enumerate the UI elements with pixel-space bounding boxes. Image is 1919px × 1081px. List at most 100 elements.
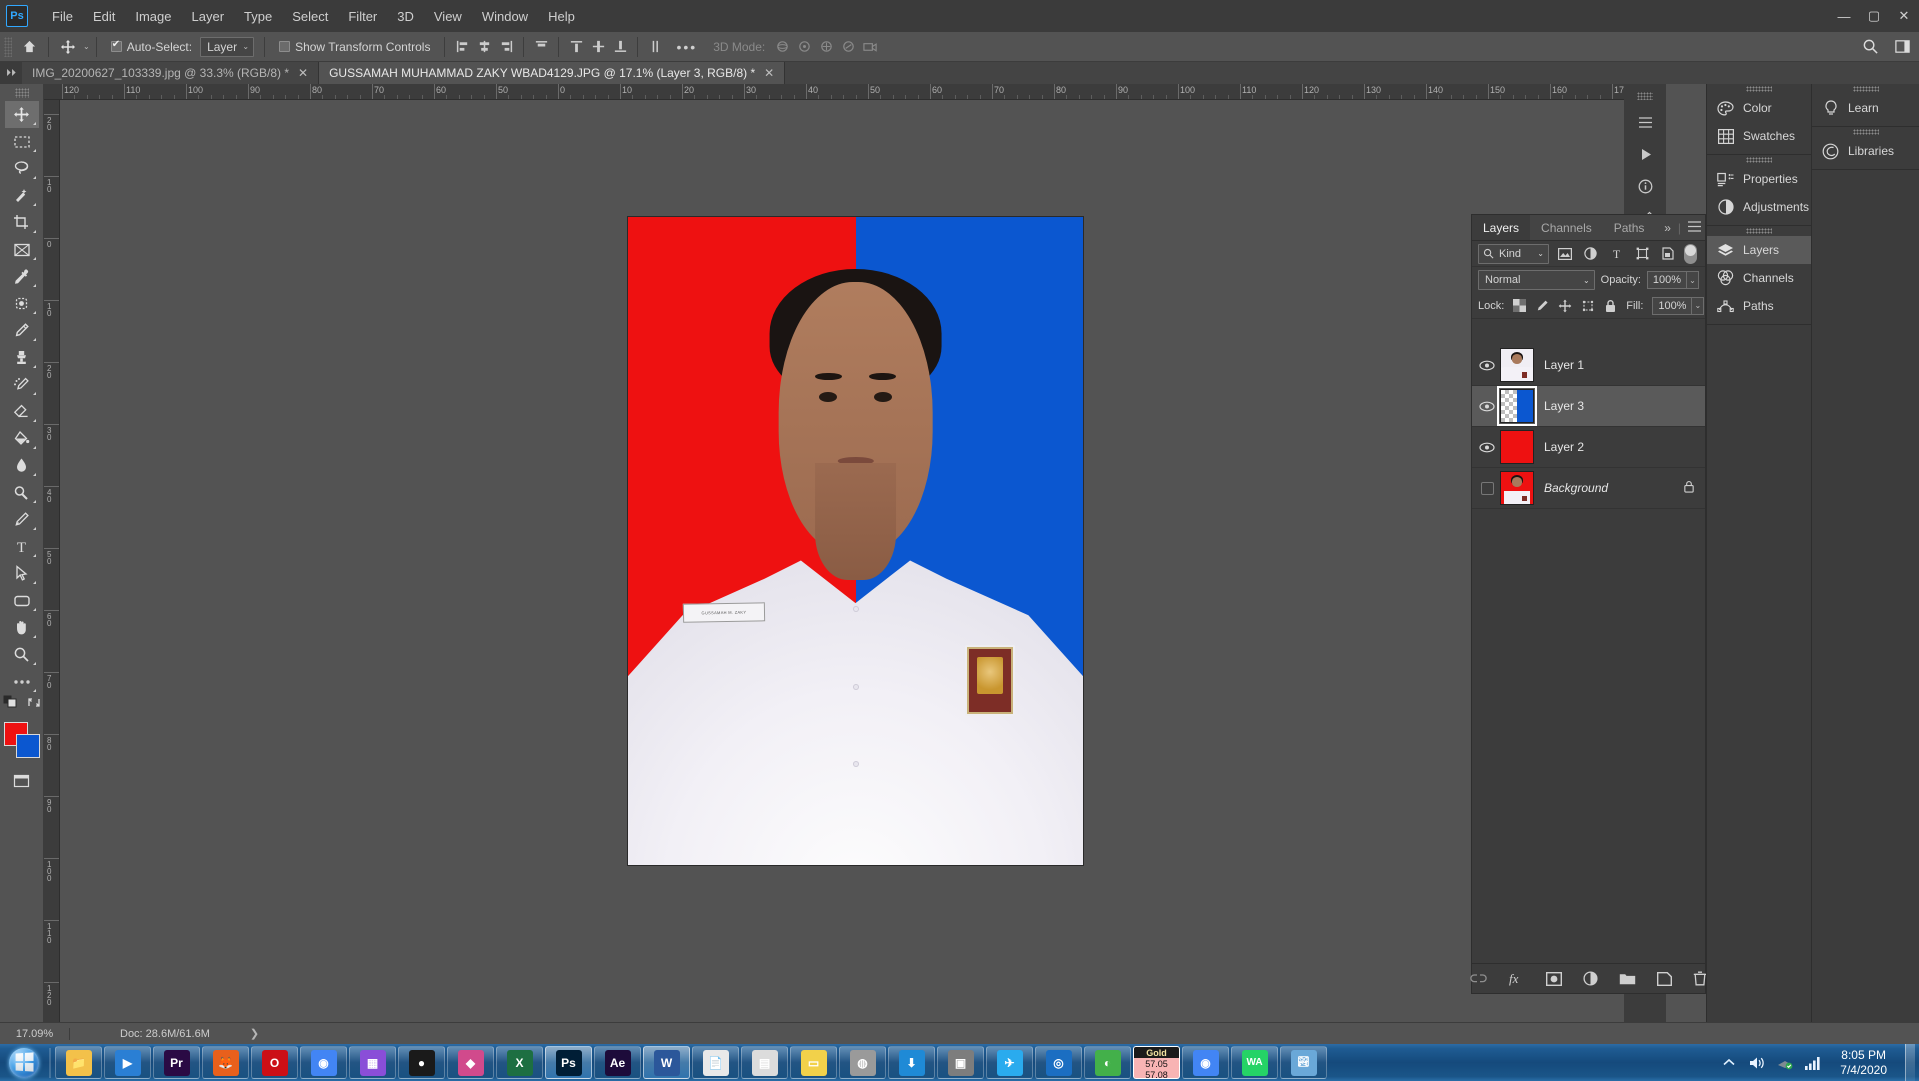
- layer-thumbnail[interactable]: [1500, 430, 1534, 464]
- 3d-camera-icon[interactable]: [859, 36, 881, 58]
- distribute-top-icon[interactable]: [565, 36, 587, 58]
- taskbar-clock[interactable]: 8:05 PM 7/4/2020: [1832, 1048, 1895, 1078]
- panel-menu-icon[interactable]: [1688, 221, 1701, 235]
- options-bar-grip[interactable]: [4, 36, 12, 57]
- more-options-button[interactable]: •••: [666, 39, 707, 55]
- tool-preset-chevron-icon[interactable]: ⌄: [83, 42, 90, 51]
- fill-value[interactable]: 100%: [1652, 296, 1693, 315]
- play-icon[interactable]: [1630, 140, 1660, 168]
- taskbar-telegram[interactable]: ✈: [986, 1046, 1033, 1079]
- gold-price-widget[interactable]: Gold 57.05 57.08: [1133, 1046, 1180, 1079]
- info-icon[interactable]: [1630, 172, 1660, 200]
- chevron-up-icon[interactable]: [1720, 1054, 1738, 1072]
- delete-layer-icon[interactable]: [1693, 970, 1707, 988]
- taskbar-media-player[interactable]: ▶: [104, 1046, 151, 1079]
- dock-group-grip[interactable]: [1707, 226, 1811, 236]
- dock-item-properties[interactable]: Properties: [1707, 165, 1811, 193]
- distribute-bottom-icon[interactable]: [609, 36, 631, 58]
- layer-visibility-toggle[interactable]: [1474, 360, 1500, 371]
- edit-toolbar-button[interactable]: [5, 668, 39, 695]
- new-adjustment-layer-icon[interactable]: [1583, 970, 1598, 988]
- dock-group-grip[interactable]: [1812, 84, 1919, 94]
- marquee-tool[interactable]: [5, 128, 39, 155]
- close-button[interactable]: ✕: [1889, 0, 1919, 32]
- eye-off-icon[interactable]: [1480, 481, 1494, 495]
- menu-select[interactable]: Select: [282, 5, 338, 28]
- eyedropper-tool[interactable]: [5, 263, 39, 290]
- layer-name[interactable]: Background: [1544, 481, 1683, 495]
- 3d-pan-icon[interactable]: [815, 36, 837, 58]
- lock-transparent-pixels-icon[interactable]: [1513, 298, 1527, 314]
- layer-visibility-toggle[interactable]: [1474, 481, 1500, 495]
- search-icon[interactable]: [1859, 36, 1881, 58]
- dock-item-paths[interactable]: Paths: [1707, 292, 1811, 320]
- dock-item-learn[interactable]: Learn: [1812, 94, 1919, 122]
- document-image[interactable]: GUSSAMAH M. ZAKY: [628, 217, 1083, 865]
- horizontal-ruler[interactable]: 120 110 100 90 80 70 60 50 0 10 20 30 40 50 60 70 80 90 10…: [44, 84, 1624, 100]
- menu-view[interactable]: View: [424, 5, 472, 28]
- tab-layers[interactable]: Layers: [1472, 215, 1531, 240]
- layer-visibility-toggle[interactable]: [1474, 442, 1500, 453]
- shape-filter-icon[interactable]: [1633, 244, 1652, 263]
- network-icon[interactable]: [1776, 1054, 1794, 1072]
- table-row[interactable]: Layer 1: [1472, 345, 1705, 386]
- taskbar-photo-viewer[interactable]: 🏞: [1280, 1046, 1327, 1079]
- zoom-tool[interactable]: [5, 641, 39, 668]
- align-top-edges-icon[interactable]: [530, 36, 552, 58]
- lock-artboard-icon[interactable]: [1581, 298, 1595, 314]
- tab-paths[interactable]: Paths: [1602, 215, 1656, 240]
- blend-mode-dropdown[interactable]: Normal ⌄: [1478, 270, 1595, 290]
- taskbar-firefox[interactable]: 🦊: [202, 1046, 249, 1079]
- pixel-filter-icon[interactable]: [1556, 244, 1575, 263]
- zoom-level[interactable]: 17.09%: [0, 1027, 70, 1040]
- layer-thumbnail[interactable]: [1500, 348, 1534, 382]
- path-selection-tool[interactable]: [5, 560, 39, 587]
- close-icon[interactable]: ✕: [764, 67, 774, 79]
- opacity-stepper-chevron-icon[interactable]: ⌄: [1687, 271, 1699, 289]
- crop-tool[interactable]: [5, 209, 39, 236]
- type-tool[interactable]: T: [5, 533, 39, 560]
- distribute-vertical-centers-icon[interactable]: [587, 36, 609, 58]
- dock-item-libraries[interactable]: Libraries: [1812, 137, 1919, 165]
- taskbar-blue-globe-app[interactable]: ◎: [1035, 1046, 1082, 1079]
- 3d-slide-icon[interactable]: [837, 36, 859, 58]
- taskbar-microsoft-excel[interactable]: X: [496, 1046, 543, 1079]
- close-icon[interactable]: ✕: [298, 67, 308, 79]
- taskbar-document-app[interactable]: 📄: [692, 1046, 739, 1079]
- signal-bars-icon[interactable]: [1804, 1054, 1822, 1072]
- menu-edit[interactable]: Edit: [83, 5, 125, 28]
- blur-tool[interactable]: [5, 452, 39, 479]
- tools-panel-grip[interactable]: [14, 88, 29, 98]
- show-transform-checkbox-box[interactable]: [279, 41, 291, 52]
- tab-channels[interactable]: Channels: [1530, 215, 1603, 240]
- table-row[interactable]: Layer 3: [1472, 386, 1705, 427]
- taskbar-calculator[interactable]: ▤: [741, 1046, 788, 1079]
- dock-group-grip[interactable]: [1812, 127, 1919, 137]
- quick-selection-tool[interactable]: [5, 182, 39, 209]
- auto-select-checkbox[interactable]: Auto-Select:: [103, 39, 200, 54]
- menu-file[interactable]: File: [42, 5, 83, 28]
- document-tab-1[interactable]: IMG_20200627_103339.jpg @ 33.3% (RGB/8) …: [22, 62, 320, 84]
- dodge-tool[interactable]: [5, 479, 39, 506]
- lock-icon[interactable]: [1683, 480, 1695, 496]
- taskbar-opera[interactable]: O: [251, 1046, 298, 1079]
- layer-thumbnail[interactable]: [1497, 386, 1537, 426]
- auto-select-scope-dropdown[interactable]: Layer ⌄: [200, 36, 255, 57]
- move-tool-icon[interactable]: [55, 35, 81, 59]
- lock-all-icon[interactable]: [1604, 298, 1617, 314]
- speaker-icon[interactable]: [1748, 1054, 1766, 1072]
- lock-position-icon[interactable]: [1558, 298, 1572, 314]
- align-left-edges-icon[interactable]: [451, 36, 473, 58]
- new-layer-icon[interactable]: [1657, 970, 1672, 988]
- show-transform-controls-checkbox[interactable]: Show Transform Controls: [271, 40, 438, 54]
- menu-image[interactable]: Image: [125, 5, 181, 28]
- spot-healing-brush-tool[interactable]: [5, 290, 39, 317]
- distribute-spacing-icon[interactable]: [644, 36, 666, 58]
- layer-visibility-toggle[interactable]: [1474, 401, 1500, 412]
- filter-toggle-switch[interactable]: [1684, 243, 1698, 264]
- dock-item-layers[interactable]: Layers: [1707, 236, 1811, 264]
- taskbar-google-chrome[interactable]: ◉: [300, 1046, 347, 1079]
- dock-item-swatches[interactable]: Swatches: [1707, 122, 1811, 150]
- taskbar-app-purple[interactable]: ▦: [349, 1046, 396, 1079]
- document-tab-2[interactable]: GUSSAMAH MUHAMMAD ZAKY WBAD4129.JPG @ 17…: [319, 62, 786, 84]
